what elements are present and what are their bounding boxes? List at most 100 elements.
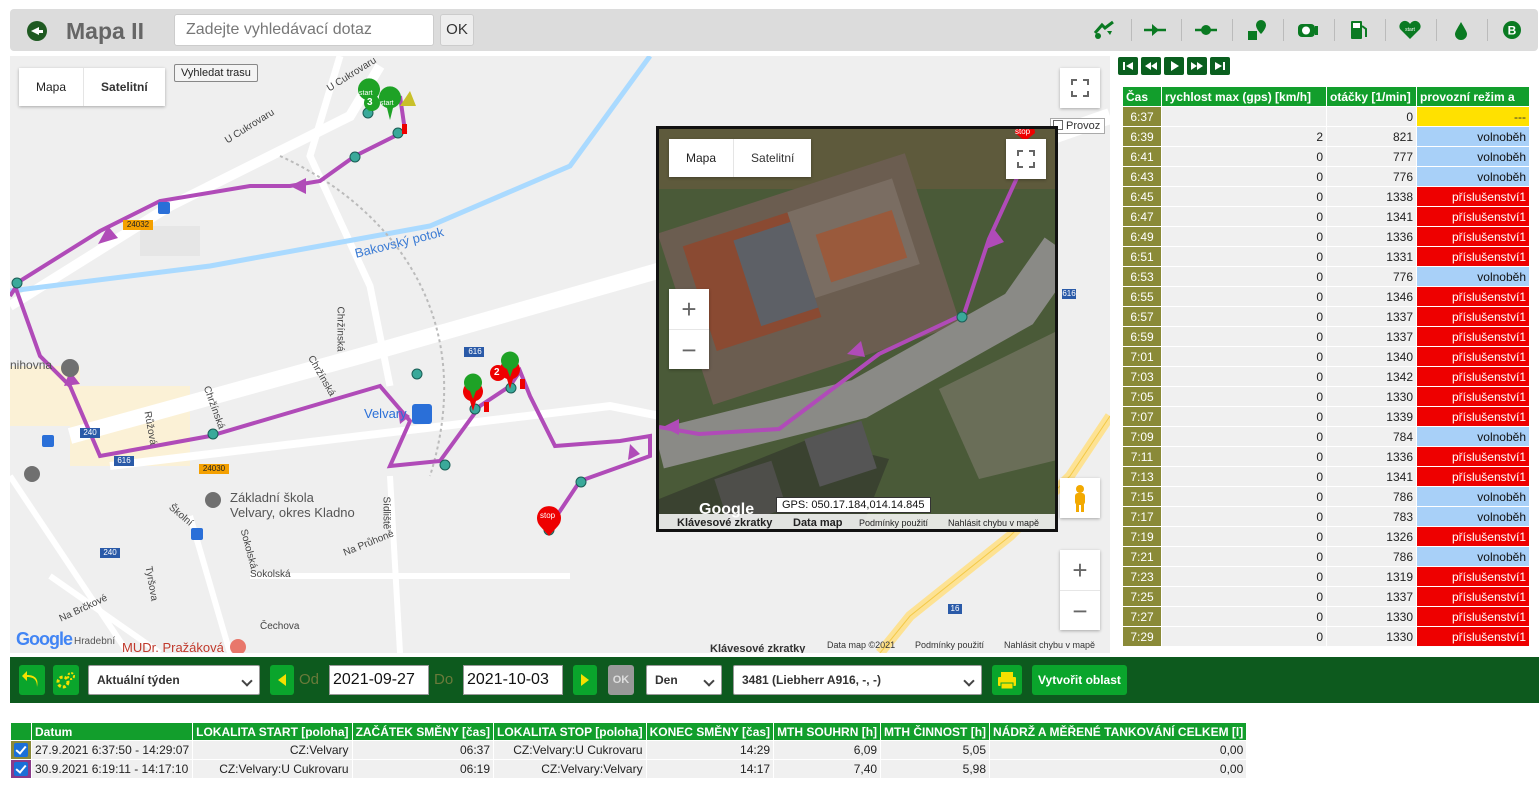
satellite-inset-map[interactable]: Google stop Mapa Satelitní + − GPS: 050.…: [656, 126, 1058, 532]
inset-report-link[interactable]: Nahlásit chybu v mapě: [948, 518, 1039, 528]
next-period-button[interactable]: [573, 665, 597, 695]
period-select[interactable]: Aktuální týden: [88, 665, 260, 695]
route-icon[interactable]: [1092, 19, 1116, 41]
table-row[interactable]: 6:39 2 821 volnoběh: [1123, 127, 1529, 146]
print-button[interactable]: [992, 665, 1022, 695]
row-checkbox[interactable]: [11, 760, 31, 778]
dot-line-icon[interactable]: [1194, 19, 1218, 41]
from-date-input[interactable]: 2021-09-27: [329, 665, 429, 695]
route-map[interactable]: U Cukrovaru U Cukrovaru Bakovský potok C…: [10, 56, 1110, 653]
fast-forward-icon[interactable]: [1187, 57, 1207, 75]
arrow-line-icon[interactable]: [1143, 19, 1167, 41]
col-shift-start[interactable]: ZAČÁTEK SMĚNY [čas]: [352, 723, 494, 740]
camera-icon[interactable]: [1296, 19, 1320, 41]
inset-zoom-out-button[interactable]: −: [669, 329, 709, 369]
col-shift-end[interactable]: KONEC SMĚNY [čas]: [646, 723, 774, 740]
street-view-button[interactable]: [1060, 478, 1100, 518]
row-checkbox[interactable]: [11, 741, 31, 759]
map-type-map[interactable]: Mapa: [19, 68, 83, 106]
settings-button[interactable]: [53, 665, 79, 695]
fullscreen-button[interactable]: [1060, 68, 1100, 108]
skip-start-icon[interactable]: [1118, 57, 1138, 75]
table-row[interactable]: 7:21 0 786 volnoběh: [1123, 547, 1529, 566]
zoom-in-button[interactable]: +: [1060, 550, 1100, 590]
table-row[interactable]: 7:19 0 1326 příslušenství1: [1123, 527, 1529, 546]
col-rpm[interactable]: otáčky [1/min]: [1327, 87, 1416, 106]
prev-period-button[interactable]: [270, 665, 294, 695]
start-marker-label[interactable]: start: [380, 100, 394, 107]
start-marker-label[interactable]: start: [359, 90, 373, 97]
table-row[interactable]: 7:27 0 1330 příslušenství1: [1123, 607, 1529, 626]
table-row[interactable]: 6:51 0 1331 příslušenství1: [1123, 247, 1529, 266]
table-row[interactable]: 7:01 0 1340 příslušenství1: [1123, 347, 1529, 366]
table-row[interactable]: 6:43 0 776 volnoběh: [1123, 167, 1529, 186]
table-row[interactable]: 6:47 0 1341 příslušenství1: [1123, 207, 1529, 226]
inset-zoom-in-button[interactable]: +: [669, 289, 709, 329]
stop-marker-label[interactable]: stop: [540, 511, 555, 520]
table-row[interactable]: 7:13 0 1341 příslušenství1: [1123, 467, 1529, 486]
table-row[interactable]: 6:59 0 1337 příslušenství1: [1123, 327, 1529, 346]
table-row[interactable]: 6:45 0 1338 příslušenství1: [1123, 187, 1529, 206]
col-mth-sum[interactable]: MTH SOUHRN [h]: [774, 723, 881, 740]
table-row[interactable]: 7:11 0 1336 příslušenství1: [1123, 447, 1529, 466]
table-row[interactable]: 7:29 0 1330 příslušenství1: [1123, 627, 1529, 646]
find-route-button[interactable]: Vyhledat trasu: [174, 64, 258, 82]
table-row[interactable]: 6:55 0 1346 příslušenství1: [1123, 287, 1529, 306]
wrench-pin-icon[interactable]: [1245, 19, 1269, 41]
table-row[interactable]: 6:53 0 776 volnoběh: [1123, 267, 1529, 286]
col-mode[interactable]: provozní režim a: [1417, 87, 1529, 106]
rewind-icon[interactable]: [1141, 57, 1161, 75]
back-button[interactable]: [27, 21, 47, 41]
skip-end-icon[interactable]: [1210, 57, 1230, 75]
table-row[interactable]: 7:09 0 784 volnoběh: [1123, 427, 1529, 446]
inset-map-type-map[interactable]: Mapa: [669, 139, 733, 177]
table-row[interactable]: 7:07 0 1339 příslušenství1: [1123, 407, 1529, 426]
table-row[interactable]: 30.9.2021 6:19:11 - 14:17:10 CZ:Velvary:U…: [11, 760, 1247, 778]
apply-filter-button[interactable]: OK: [608, 665, 634, 695]
create-area-button[interactable]: Vytvořit oblast: [1032, 665, 1127, 695]
col-location-stop[interactable]: LOKALITA STOP [poloha]: [494, 723, 646, 740]
checkbox-checked-icon[interactable]: [14, 743, 28, 758]
fuel-pump-icon[interactable]: [1347, 19, 1371, 41]
report-link[interactable]: Nahlásit chybu v mapě: [1004, 640, 1095, 650]
table-row[interactable]: 7:05 0 1330 příslušenství1: [1123, 387, 1529, 406]
table-row[interactable]: 7:17 0 783 volnoběh: [1123, 507, 1529, 526]
inset-shortcuts-link[interactable]: Klávesové zkratky: [677, 517, 772, 529]
search-ok-button[interactable]: OK: [440, 14, 474, 46]
inset-map-type-satellite[interactable]: Satelitní: [733, 139, 811, 177]
granularity-select[interactable]: Den: [646, 665, 722, 695]
table-row[interactable]: 7:15 0 786 volnoběh: [1123, 487, 1529, 506]
route-marker-number[interactable]: 3: [367, 97, 373, 108]
vehicle-select[interactable]: 3481 (Liebherr A916, -, -): [733, 665, 982, 695]
b-badge-icon[interactable]: B: [1500, 19, 1524, 41]
telemetry-table-container[interactable]: Čas rychlost max (gps) [km/h] otáčky [1/…: [1122, 86, 1539, 652]
inset-fullscreen-button[interactable]: [1006, 139, 1046, 179]
traffic-toggle[interactable]: Provoz: [1050, 118, 1106, 134]
col-time[interactable]: Čas: [1123, 87, 1161, 106]
col-date[interactable]: Datum: [32, 723, 193, 740]
shortcuts-link[interactable]: Klávesové zkratky: [710, 643, 805, 653]
table-row[interactable]: 6:41 0 777 volnoběh: [1123, 147, 1529, 166]
inset-terms-link[interactable]: Podmínky použití: [859, 518, 928, 528]
table-row[interactable]: 27.9.2021 6:37:50 - 14:29:07 CZ:Velvary 06…: [11, 741, 1247, 759]
play-icon[interactable]: [1164, 57, 1184, 75]
table-row[interactable]: 6:49 0 1336 příslušenství1: [1123, 227, 1529, 246]
undo-button[interactable]: [19, 665, 45, 695]
table-row[interactable]: 6:37 0 ---: [1123, 107, 1529, 126]
table-row[interactable]: 7:03 0 1342 příslušenství1: [1123, 367, 1529, 386]
table-row[interactable]: 7:25 0 1337 příslušenství1: [1123, 587, 1529, 606]
zoom-out-button[interactable]: −: [1060, 590, 1100, 630]
map-type-satellite[interactable]: Satelitní: [83, 68, 165, 106]
route-marker-number[interactable]: 2: [494, 367, 500, 378]
col-speed[interactable]: rychlost max (gps) [km/h]: [1162, 87, 1326, 106]
drop-icon[interactable]: [1449, 19, 1473, 41]
table-row[interactable]: 7:23 0 1319 příslušenství1: [1123, 567, 1529, 586]
terms-link[interactable]: Podmínky použití: [915, 640, 984, 650]
stop-marker-label[interactable]: stop: [1015, 129, 1030, 136]
search-input[interactable]: [174, 14, 434, 46]
start-heart-icon[interactable]: start: [1398, 19, 1422, 41]
to-date-input[interactable]: 2021-10-03: [463, 665, 563, 695]
table-row[interactable]: 6:57 0 1337 příslušenství1: [1123, 307, 1529, 326]
col-location-start[interactable]: LOKALITA START [poloha]: [193, 723, 352, 740]
checkbox-checked-icon[interactable]: [14, 762, 28, 777]
